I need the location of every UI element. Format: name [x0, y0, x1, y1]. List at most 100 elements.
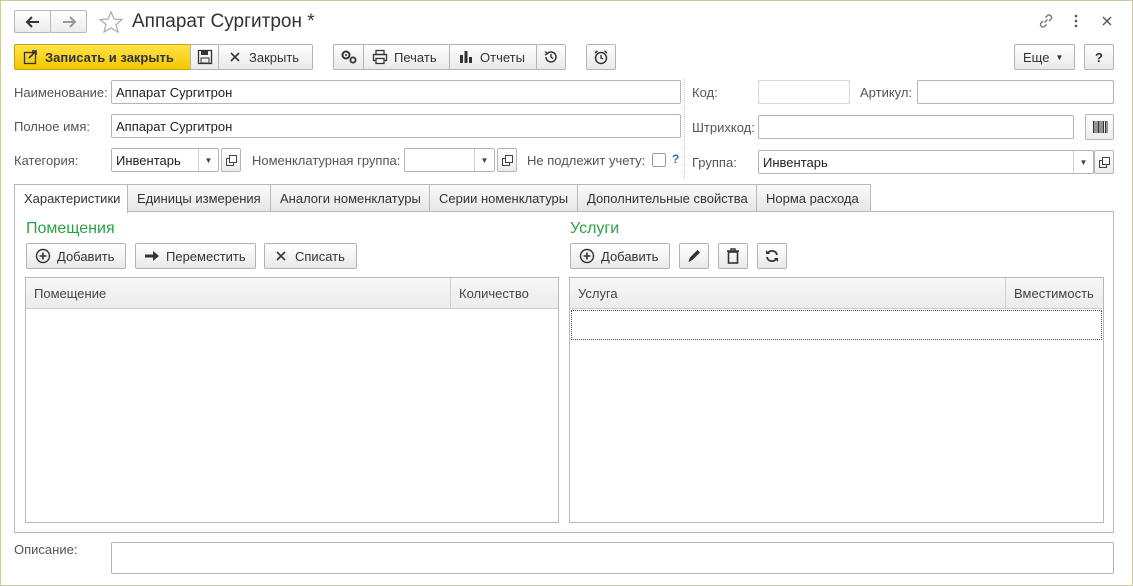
- arrow-left-icon: [25, 15, 39, 28]
- trash-icon: [727, 248, 739, 264]
- pencil-icon: [688, 250, 700, 262]
- bar-chart-icon: [458, 49, 474, 65]
- settings-button[interactable]: [333, 44, 364, 70]
- rooms-writeoff-label: Списать: [295, 248, 345, 264]
- open-window-icon: [225, 154, 237, 166]
- rooms-col-room[interactable]: Помещение: [26, 278, 450, 309]
- services-title: Услуги: [570, 220, 620, 237]
- services-table[interactable]: Услуга Вместимость: [569, 277, 1104, 523]
- history-button[interactable]: [536, 44, 566, 70]
- reports-label: Отчеты: [480, 49, 525, 65]
- refresh-icon: [766, 250, 778, 262]
- rooms-move-label: Переместить: [166, 248, 246, 264]
- category-label: Категория:: [14, 153, 79, 168]
- tab-units[interactable]: Единицы измерения: [127, 184, 271, 212]
- open-window-icon: [501, 154, 513, 166]
- code-label: Код:: [692, 85, 718, 100]
- more-label: Еще: [1023, 49, 1050, 65]
- rooms-writeoff-button[interactable]: Списать: [264, 243, 357, 269]
- rooms-col-quantity[interactable]: Количество: [450, 278, 558, 309]
- tab-characteristics[interactable]: Характеристики: [14, 184, 128, 213]
- fullname-field[interactable]: Аппарат Сургитрон: [111, 114, 681, 138]
- print-button[interactable]: Печать: [363, 44, 450, 70]
- link-icon[interactable]: [1037, 13, 1055, 29]
- help-button[interactable]: ?: [1084, 44, 1114, 70]
- services-add-button[interactable]: Добавить: [570, 243, 670, 269]
- group-dropdown-icon[interactable]: ▼: [1073, 151, 1093, 173]
- plus-circle-icon: [579, 248, 595, 264]
- reminder-button[interactable]: [586, 44, 616, 70]
- description-field[interactable]: [111, 542, 1114, 574]
- category-open-button[interactable]: [221, 148, 241, 172]
- reports-button[interactable]: Отчеты: [449, 44, 537, 70]
- close-icon: [273, 248, 289, 264]
- arrow-right-icon: [144, 248, 160, 264]
- save-and-close-label: Записать и закрыть: [45, 49, 174, 65]
- rooms-move-button[interactable]: Переместить: [135, 243, 256, 269]
- name-field[interactable]: Аппарат Сургитрон: [111, 80, 681, 104]
- nomgroup-field[interactable]: ▼: [404, 148, 495, 172]
- close-label: Закрыть: [249, 49, 300, 65]
- services-col-capacity[interactable]: Вместимость: [1005, 278, 1103, 309]
- rooms-add-label: Добавить: [57, 248, 115, 264]
- description-label: Описание:: [14, 542, 78, 557]
- category-field[interactable]: Инвентарь ▼: [111, 148, 219, 172]
- services-refresh-button[interactable]: [757, 243, 787, 269]
- category-dropdown-icon[interactable]: ▼: [198, 149, 218, 171]
- tab-panel: Помещения Добавить Переместить Списать П…: [14, 211, 1114, 533]
- barcode-label: Штрихкод:: [692, 120, 755, 135]
- printer-icon: [372, 49, 388, 65]
- chevron-down-icon: ▼: [1055, 52, 1064, 62]
- history-icon: [544, 51, 557, 63]
- open-window-icon: [1098, 156, 1110, 168]
- barcode-field[interactable]: [758, 115, 1074, 139]
- services-col-service[interactable]: Услуга: [570, 278, 1005, 309]
- barcode-icon: [1092, 121, 1107, 133]
- nomgroup-open-button[interactable]: [497, 148, 517, 172]
- article-label: Артикул:: [860, 85, 913, 100]
- plus-circle-icon: [35, 248, 51, 264]
- nomgroup-label: Номенклатурная группа:: [252, 153, 401, 168]
- window-title: Аппарат Сургитрон *: [132, 11, 315, 32]
- group-label: Группа:: [692, 155, 737, 170]
- name-label: Наименование:: [14, 85, 108, 100]
- help-question-mark[interactable]: ?: [672, 152, 679, 166]
- code-field[interactable]: [758, 80, 850, 104]
- tab-analogs[interactable]: Аналоги номенклатуры: [270, 184, 430, 212]
- rooms-add-button[interactable]: Добавить: [26, 243, 126, 269]
- services-delete-button[interactable]: [718, 243, 748, 269]
- rooms-table[interactable]: Помещение Количество: [25, 277, 559, 523]
- services-edit-button[interactable]: [679, 243, 709, 269]
- name-value: Аппарат Сургитрон: [116, 85, 233, 100]
- services-selected-row[interactable]: [571, 310, 1102, 340]
- column-divider: [684, 79, 685, 179]
- tab-consumption-rate[interactable]: Норма расхода: [756, 184, 871, 212]
- more-button[interactable]: Еще ▼: [1014, 44, 1075, 70]
- close-window-icon[interactable]: [1098, 13, 1116, 29]
- floppy-disk-icon: [197, 49, 212, 65]
- fullname-label: Полное имя:: [14, 119, 90, 134]
- barcode-button[interactable]: [1085, 114, 1114, 140]
- tab-additional-properties[interactable]: Дополнительные свойства: [577, 184, 757, 212]
- item-form-window: Аппарат Сургитрон * Записать и закрыть З…: [0, 0, 1133, 586]
- save-and-close-button[interactable]: Записать и закрыть: [14, 44, 191, 70]
- favorite-star-icon[interactable]: [99, 11, 123, 33]
- forward-button[interactable]: [50, 10, 87, 33]
- back-button[interactable]: [14, 10, 51, 33]
- close-button[interactable]: Закрыть: [218, 44, 313, 70]
- arrow-right-icon: [62, 15, 76, 28]
- group-value: Инвентарь: [763, 155, 828, 170]
- more-vertical-icon[interactable]: [1067, 13, 1085, 29]
- tab-series[interactable]: Серии номенклатуры: [429, 184, 578, 212]
- category-value: Инвентарь: [116, 153, 181, 168]
- group-field[interactable]: Инвентарь ▼: [758, 150, 1094, 174]
- article-field[interactable]: [917, 80, 1114, 104]
- close-icon: [227, 49, 243, 65]
- not-accounted-checkbox[interactable]: [652, 153, 666, 167]
- nomgroup-dropdown-icon[interactable]: ▼: [474, 149, 494, 171]
- alarm-clock-icon: [594, 50, 608, 65]
- save-button[interactable]: [190, 44, 219, 70]
- group-open-button[interactable]: [1094, 150, 1114, 174]
- help-label: ?: [1095, 49, 1103, 65]
- print-label: Печать: [394, 49, 437, 65]
